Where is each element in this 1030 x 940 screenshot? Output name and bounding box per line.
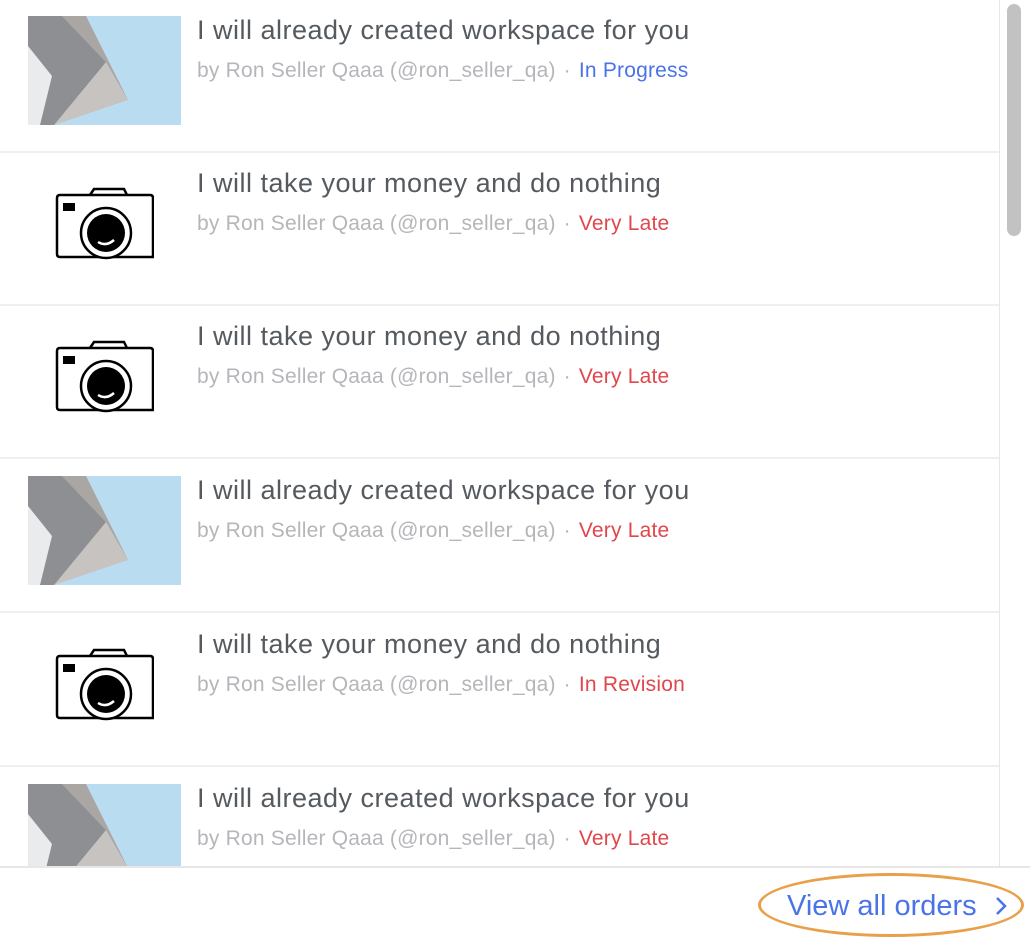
order-thumbnail-camera xyxy=(28,169,181,278)
orders-footer: View all orders xyxy=(0,866,1030,940)
architecture-photo-icon xyxy=(28,16,181,125)
meta-separator: · xyxy=(563,212,571,235)
camera-icon xyxy=(55,648,154,721)
order-status: Very Late xyxy=(578,519,670,542)
view-all-orders-link[interactable]: View all orders xyxy=(758,873,1024,937)
order-meta: by Ron Seller Qaaa (@ron_seller_qa) · Very… xyxy=(197,212,669,236)
order-seller: by Ron Seller Qaaa (@ron_seller_qa) xyxy=(197,59,556,82)
meta-separator: · xyxy=(563,827,571,850)
order-thumbnail-camera xyxy=(28,630,181,739)
order-thumbnail-architecture xyxy=(28,16,181,125)
meta-separator: · xyxy=(563,59,571,82)
order-status: In Progress xyxy=(578,59,689,82)
order-seller: by Ron Seller Qaaa (@ron_seller_qa) xyxy=(197,519,556,542)
order-status: Very Late xyxy=(578,827,670,850)
camera-icon xyxy=(55,340,154,413)
scrollbar-thumb[interactable] xyxy=(1007,4,1021,236)
architecture-photo-icon xyxy=(28,476,181,585)
order-meta: by Ron Seller Qaaa (@ron_seller_qa) · Very… xyxy=(197,519,669,543)
order-seller: by Ron Seller Qaaa (@ron_seller_qa) xyxy=(197,673,556,696)
architecture-photo-icon xyxy=(28,784,181,866)
order-row[interactable]: I will already created workspace for you… xyxy=(0,768,999,866)
orders-list: I will already created workspace for you… xyxy=(0,0,1000,866)
orders-panel: I will already created workspace for you… xyxy=(0,0,1030,940)
order-row[interactable]: I will already created workspace for you… xyxy=(0,0,999,153)
order-row[interactable]: I will already created workspace for you… xyxy=(0,460,999,613)
order-row[interactable]: I will take your money and do nothing by… xyxy=(0,306,999,459)
order-title[interactable]: I will take your money and do nothing xyxy=(197,321,661,352)
order-thumbnail-architecture xyxy=(28,784,181,866)
order-seller: by Ron Seller Qaaa (@ron_seller_qa) xyxy=(197,365,556,388)
view-all-orders-label[interactable]: View all orders xyxy=(787,890,977,923)
order-status: Very Late xyxy=(578,365,670,388)
camera-icon xyxy=(55,187,154,260)
order-title[interactable]: I will take your money and do nothing xyxy=(197,168,661,199)
meta-separator: · xyxy=(563,365,571,388)
order-title[interactable]: I will already created workspace for you xyxy=(197,15,690,46)
order-meta: by Ron Seller Qaaa (@ron_seller_qa) · Very… xyxy=(197,365,669,389)
order-seller: by Ron Seller Qaaa (@ron_seller_qa) xyxy=(197,212,556,235)
order-title[interactable]: I will already created workspace for you xyxy=(197,475,690,506)
order-title[interactable]: I will already created workspace for you xyxy=(197,783,690,814)
order-title[interactable]: I will take your money and do nothing xyxy=(197,629,661,660)
order-thumbnail-camera xyxy=(28,322,181,431)
order-thumbnail-architecture xyxy=(28,476,181,585)
order-row[interactable]: I will take your money and do nothing by… xyxy=(0,153,999,306)
order-status: In Revision xyxy=(578,673,685,696)
order-meta: by Ron Seller Qaaa (@ron_seller_qa) · In R… xyxy=(197,673,685,697)
order-meta: by Ron Seller Qaaa (@ron_seller_qa) · Very… xyxy=(197,827,669,851)
order-status: Very Late xyxy=(578,212,670,235)
order-meta: by Ron Seller Qaaa (@ron_seller_qa) · In P… xyxy=(197,59,688,83)
meta-separator: · xyxy=(563,519,571,542)
order-row[interactable]: I will take your money and do nothing by… xyxy=(0,614,999,767)
meta-separator: · xyxy=(563,673,571,696)
order-seller: by Ron Seller Qaaa (@ron_seller_qa) xyxy=(197,827,556,850)
chevron-right-icon xyxy=(996,897,1007,915)
